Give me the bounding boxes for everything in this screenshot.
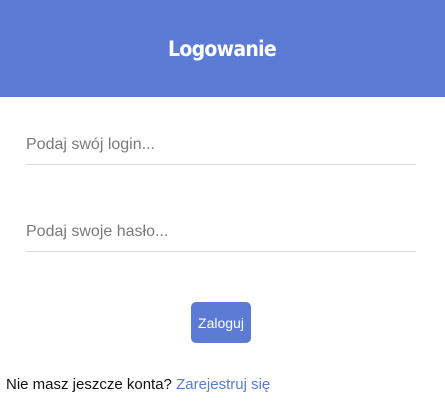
- page-title: Logowanie: [168, 36, 277, 61]
- login-header: Logowanie: [0, 0, 445, 97]
- password-input[interactable]: [26, 212, 416, 252]
- login-card: Logowanie Zaloguj Nie masz jeszcze konta…: [0, 0, 445, 404]
- login-input[interactable]: [26, 125, 416, 165]
- register-prompt: Nie masz jeszcze konta? Zarejestruj się: [6, 376, 270, 393]
- register-prompt-text: Nie masz jeszcze konta?: [6, 376, 172, 393]
- login-button[interactable]: Zaloguj: [191, 302, 251, 343]
- register-link[interactable]: Zarejestruj się: [176, 376, 270, 393]
